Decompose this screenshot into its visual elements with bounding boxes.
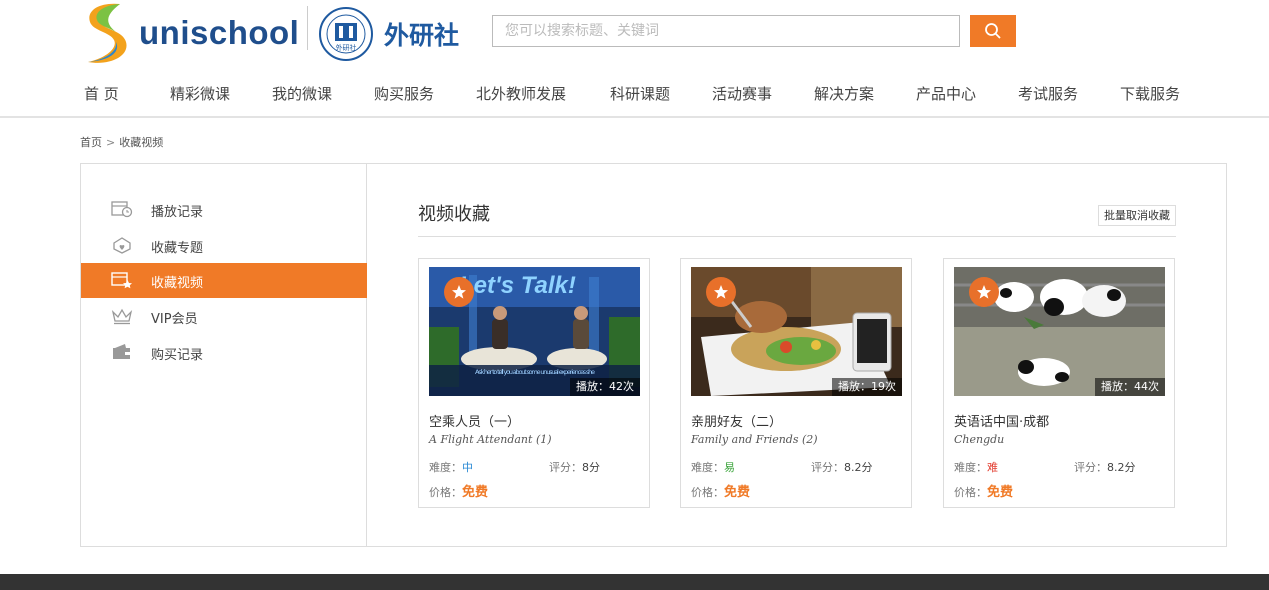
video-title[interactable]: 空乘人员（一） — [429, 411, 520, 430]
video-thumbnail[interactable]: Let's Talk! Ask her to tell you about so… — [429, 267, 640, 396]
nav-item-solutions[interactable]: 解决方案 — [814, 83, 874, 104]
video-subtitle: Chengdu — [954, 433, 1005, 446]
search-input[interactable]: 您可以搜索标题、关键词 — [492, 15, 960, 47]
video-thumbnail[interactable]: 播放：44次 — [954, 267, 1165, 396]
breadcrumb-separator: > — [106, 136, 116, 149]
play-count: 播放：44次 — [1095, 378, 1165, 396]
sidebar-item-purchase-history[interactable]: 购买记录 — [81, 335, 367, 370]
nav-item-downloads[interactable]: 下载服务 — [1120, 83, 1180, 104]
seal-text: 外研社 — [336, 43, 357, 52]
thumbnail-caption: Ask her to tell you about some unusual e… — [475, 368, 595, 376]
price-label: 价格： — [954, 486, 987, 499]
video-subtitle: A Flight Attendant (1) — [429, 433, 552, 446]
difficulty-value: 难 — [987, 461, 998, 474]
difficulty: 难度：中 — [429, 459, 473, 475]
sidebar-item-label: VIP会员 — [151, 312, 198, 327]
play-history-icon — [111, 201, 133, 218]
price: 价格：免费 — [954, 481, 1013, 500]
nav-item-my-courses[interactable]: 我的微课 — [272, 83, 332, 104]
main-panel: 播放记录 收藏专题 收藏视频 VIP会员 购买记录 视频收藏 批量取消收藏 Le… — [80, 163, 1227, 547]
breadcrumb-home[interactable]: 首页 — [80, 136, 102, 149]
price-label: 价格： — [691, 486, 724, 499]
difficulty: 难度：易 — [691, 459, 735, 475]
thumbnail-overlay-text: Let's Talk! — [459, 272, 576, 299]
price: 价格：免费 — [691, 481, 750, 500]
sidebar-item-label: 收藏视频 — [151, 276, 204, 291]
video-title[interactable]: 亲朋好友（二） — [691, 411, 782, 430]
video-thumbnail[interactable]: 播放：19次 — [691, 267, 902, 396]
price-value: 免费 — [462, 485, 489, 500]
score-value: 8.2分 — [1107, 461, 1136, 474]
score-value: 8.2分 — [844, 461, 873, 474]
difficulty: 难度：难 — [954, 459, 998, 475]
breadcrumb-current: 收藏视频 — [119, 136, 164, 149]
score-label: 评分： — [811, 461, 844, 474]
search-icon — [985, 23, 1001, 39]
sidebar-item-label: 购买记录 — [151, 348, 204, 363]
main-nav: 首 页 精彩微课 我的微课 购买服务 北外教师发展 科研课题 活动赛事 解决方案… — [0, 83, 1269, 109]
site-footer — [0, 574, 1269, 590]
price-label: 价格： — [429, 486, 462, 499]
favorite-star-icon[interactable] — [706, 277, 736, 307]
unischool-logo-icon[interactable] — [80, 0, 132, 66]
favorite-video-icon — [111, 272, 132, 289]
nav-item-events[interactable]: 活动赛事 — [712, 83, 772, 104]
sidebar-item-vip[interactable]: VIP会员 — [81, 299, 367, 334]
search-button[interactable] — [970, 15, 1016, 47]
nav-item-research[interactable]: 科研课题 — [610, 83, 670, 104]
favorite-star-icon[interactable] — [444, 277, 474, 307]
score: 评分：8.2分 — [1074, 459, 1136, 475]
site-header: unischool 外研社 外研社 您可以搜索标题、关键词 首 页 精彩微课 我… — [0, 0, 1269, 118]
logo-divider — [307, 6, 308, 50]
video-card[interactable]: Let's Talk! Ask her to tell you about so… — [418, 258, 650, 508]
brand-name[interactable]: 外研社 — [384, 16, 459, 52]
wallet-icon — [113, 344, 130, 359]
crown-icon — [111, 308, 133, 325]
page-title: 视频收藏 — [418, 204, 490, 225]
price: 价格：免费 — [429, 481, 488, 500]
video-title[interactable]: 英语话中国·成都 — [954, 411, 1049, 430]
star-icon — [452, 285, 466, 299]
nav-item-teacher-development[interactable]: 北外教师发展 — [476, 83, 566, 104]
logo-text[interactable]: unischool — [139, 14, 299, 52]
favorite-star-icon[interactable] — [969, 277, 999, 307]
difficulty-label: 难度： — [429, 461, 462, 474]
publisher-seal-icon: 外研社 — [319, 7, 373, 61]
score: 评分：8.2分 — [811, 459, 873, 475]
score-label: 评分： — [1074, 461, 1107, 474]
difficulty-value: 中 — [462, 461, 473, 474]
sidebar-item-label: 收藏专题 — [151, 241, 204, 256]
content-area: 视频收藏 批量取消收藏 Let's Talk! Ask her to tell … — [418, 164, 1178, 546]
video-card[interactable]: 播放：44次 英语话中国·成都 Chengdu 难度：难 评分：8.2分 价格：… — [943, 258, 1175, 508]
sidebar-item-play-history[interactable]: 播放记录 — [81, 192, 367, 227]
favorite-topic-icon — [113, 237, 131, 254]
star-icon — [714, 285, 728, 299]
nav-item-products[interactable]: 产品中心 — [916, 83, 976, 104]
star-icon — [977, 285, 991, 299]
video-card[interactable]: 播放：19次 亲朋好友（二） Family and Friends (2) 难度… — [680, 258, 912, 508]
sidebar: 播放记录 收藏专题 收藏视频 VIP会员 购买记录 — [81, 164, 367, 546]
sidebar-item-favorite-topics[interactable]: 收藏专题 — [81, 228, 367, 263]
price-value: 免费 — [987, 485, 1014, 500]
nav-item-purchase[interactable]: 购买服务 — [374, 83, 434, 104]
nav-item-exams[interactable]: 考试服务 — [1018, 83, 1078, 104]
batch-unfavorite-button[interactable]: 批量取消收藏 — [1098, 205, 1176, 226]
title-divider — [418, 236, 1176, 237]
difficulty-value: 易 — [724, 461, 735, 474]
difficulty-label: 难度： — [691, 461, 724, 474]
score-value: 8分 — [582, 461, 600, 474]
sidebar-item-favorite-videos[interactable]: 收藏视频 — [81, 263, 367, 298]
play-count: 播放：42次 — [570, 378, 640, 396]
play-count: 播放：19次 — [832, 378, 902, 396]
video-subtitle: Family and Friends (2) — [691, 433, 818, 446]
difficulty-label: 难度： — [954, 461, 987, 474]
sidebar-item-label: 播放记录 — [151, 205, 204, 220]
breadcrumb: 首页 > 收藏视频 — [80, 134, 163, 150]
score: 评分：8分 — [549, 459, 600, 475]
nav-item-home[interactable]: 首 页 — [84, 83, 119, 104]
nav-item-featured-courses[interactable]: 精彩微课 — [170, 83, 230, 104]
price-value: 免费 — [724, 485, 751, 500]
score-label: 评分： — [549, 461, 582, 474]
